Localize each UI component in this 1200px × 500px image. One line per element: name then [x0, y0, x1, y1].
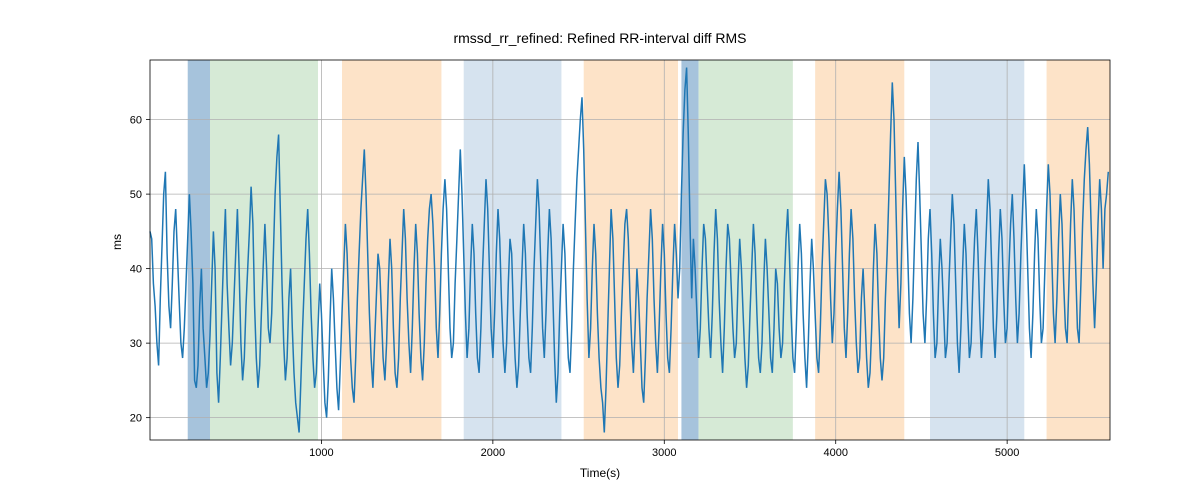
- chart-band: [464, 60, 562, 440]
- y-tick-label: 50: [130, 189, 142, 201]
- x-tick-label: 1000: [309, 447, 333, 459]
- chart-plot-area: 10002000300040005000 2030405060: [150, 60, 1110, 440]
- y-tick-label: 40: [130, 264, 142, 276]
- chart-band: [1047, 60, 1110, 440]
- chart-title: rmssd_rr_refined: Refined RR-interval di…: [0, 30, 1200, 46]
- x-tick-label: 3000: [652, 447, 676, 459]
- chart-svg: 10002000300040005000 2030405060: [150, 60, 1110, 440]
- chart-band: [342, 60, 441, 440]
- x-axis-label: Time(s): [0, 466, 1200, 480]
- y-tick-label: 20: [130, 413, 142, 425]
- y-tick-label: 60: [130, 115, 142, 127]
- y-axis-label: ms: [110, 234, 124, 250]
- x-tick-label: 5000: [995, 447, 1019, 459]
- x-tick-label: 4000: [823, 447, 847, 459]
- x-tick-label: 2000: [481, 447, 505, 459]
- y-tick-label: 30: [130, 338, 142, 350]
